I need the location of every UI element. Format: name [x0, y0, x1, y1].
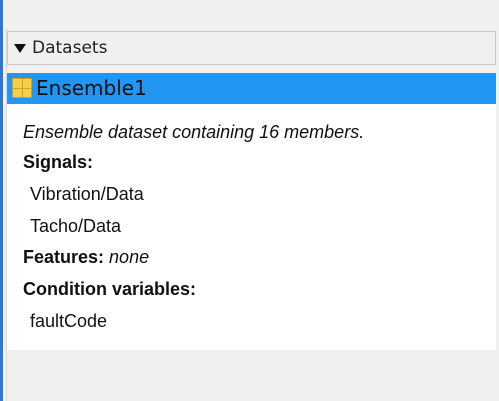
dataset-item-ensemble1[interactable]: Ensemble1 [7, 73, 496, 104]
condition-variables-label: Condition variables: [23, 279, 197, 299]
datasets-header[interactable]: Datasets [7, 31, 496, 65]
signals-label: Signals: [23, 152, 94, 172]
signal-item: Tacho/Data [30, 216, 122, 236]
dataset-details: Ensemble dataset containing 16 members. … [7, 104, 496, 350]
features-label: Features: [23, 247, 105, 267]
left-accent-bar [0, 0, 3, 401]
dataset-browser: { "panel": { "section_title": "Datasets"… [0, 0, 499, 401]
features-value: none [109, 247, 150, 267]
section-title: Datasets [32, 38, 108, 58]
signal-item: Vibration/Data [30, 184, 144, 204]
features-line: Features: none [23, 246, 149, 268]
condition-variable-item: faultCode [30, 311, 108, 331]
grid-icon [12, 78, 32, 98]
dataset-name: Ensemble1 [36, 76, 147, 100]
dataset-description: Ensemble dataset containing 16 members. [23, 122, 365, 142]
caret-down-icon[interactable] [14, 44, 26, 53]
